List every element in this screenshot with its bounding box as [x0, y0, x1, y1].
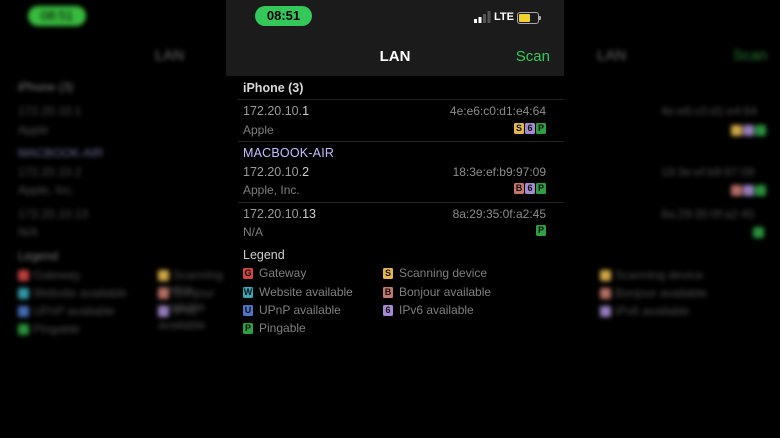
- bg-badges: [731, 123, 770, 137]
- bg-nav-title: LAN: [155, 47, 185, 64]
- pingable-badge: P: [536, 183, 546, 194]
- upnp-badge: U: [243, 304, 253, 316]
- bg-legend-item: Website available: [18, 286, 127, 300]
- bg-group-title: iPhone (3): [18, 80, 74, 94]
- group-title: MACBOOK-AIR: [243, 146, 335, 160]
- bg-legend-item: IPv6 available: [158, 304, 206, 332]
- legend-item-website: W Website available: [243, 285, 353, 299]
- bg-legend-item: IPv6 available: [600, 304, 690, 318]
- bg-group-title: MACBOOK-AIR: [18, 146, 104, 160]
- bg-vendor: N/A: [18, 225, 39, 239]
- bonjour-badge: B: [383, 286, 393, 298]
- scanning-device-badge: S: [514, 123, 524, 134]
- phone-screen: 08:51 LTE LAN Scan iPhone (3) 172.20.10.…: [226, 0, 564, 438]
- bg-nav-title: LAN: [597, 47, 627, 64]
- bg-mac: 4e:e6:c0:d1:e4:64: [661, 104, 758, 118]
- bg-mac: 18:3e:ef:b9:97:09: [661, 165, 755, 179]
- bg-ip: 172.20.10.1: [18, 104, 82, 118]
- legend-label: Website available: [259, 285, 353, 299]
- device-mac: 18:3e:ef:b9:97:09: [452, 165, 546, 179]
- device-badges: S 6 P: [514, 123, 546, 134]
- bg-vendor: Apple: [18, 123, 49, 137]
- device-mac: 8a:29:35:0f:a2:45: [452, 207, 546, 221]
- bg-legend-item: Bonjour available: [600, 286, 707, 300]
- bg-ip: 172.20.10.13: [18, 207, 89, 221]
- device-ip: 172.20.10.1: [243, 104, 310, 118]
- device-ip: 172.20.10.2: [243, 165, 310, 179]
- device-ip: 172.20.10.13: [243, 207, 316, 221]
- ipv6-badge: 6: [525, 123, 535, 134]
- website-badge: W: [243, 286, 253, 298]
- legend-label: IPv6 available: [399, 303, 474, 317]
- bg-legend-title: Legend: [18, 249, 59, 263]
- pingable-badge: P: [536, 123, 546, 134]
- bg-legend-item: Gateway: [18, 268, 80, 282]
- battery-icon: [517, 12, 541, 24]
- device-vendor: Apple: [243, 123, 274, 137]
- legend-label: Gateway: [259, 266, 307, 280]
- ipv6-badge: 6: [383, 304, 393, 316]
- blurred-background-right: LAN Scan 4e:e6:c0:d1:e4:64 18:3e:ef:b9:9…: [585, 0, 780, 438]
- pingable-badge: P: [536, 225, 546, 236]
- scanning-device-badge: S: [383, 267, 393, 279]
- group-title: iPhone (3): [243, 81, 304, 95]
- legend-item-ipv6: 6 IPv6 available: [383, 303, 474, 317]
- device-badges: B 6 P: [514, 183, 546, 194]
- bg-legend-item: UPnP available: [18, 304, 115, 318]
- divider: [238, 99, 564, 100]
- legend-label: Scanning device: [399, 266, 488, 280]
- blurred-background-left: 08:51 LAN iPhone (3) 172.20.10.1 Apple M…: [0, 0, 230, 438]
- legend-item-pingable: P Pingable: [243, 321, 306, 335]
- legend-item-bonjour: B Bonjour available: [383, 285, 491, 299]
- legend-label: Pingable: [259, 321, 306, 335]
- bg-vendor: Apple, Inc.: [18, 183, 75, 197]
- pingable-badge: P: [243, 322, 253, 334]
- network-label: LTE: [494, 11, 514, 23]
- status-and-nav-bar: 08:51 LTE LAN Scan: [226, 0, 564, 76]
- device-vendor: N/A: [243, 225, 264, 239]
- device-badges: P: [536, 225, 546, 236]
- legend-title: Legend: [243, 248, 285, 262]
- signal-icon: [474, 11, 491, 23]
- bg-scan: Scan: [733, 47, 768, 64]
- bg-badges: [731, 183, 770, 197]
- bg-mac: 8a:29:35:0f:a2:45: [661, 207, 755, 221]
- bonjour-badge: B: [514, 183, 524, 194]
- scan-button[interactable]: Scan: [516, 48, 550, 65]
- time-pill: 08:51: [255, 6, 312, 26]
- legend-label: Bonjour available: [399, 285, 492, 299]
- bg-time-pill: 08:51: [28, 6, 86, 26]
- divider: [238, 202, 564, 203]
- gateway-badge: G: [243, 267, 253, 279]
- page-title: LAN: [379, 48, 411, 65]
- bg-legend-item: Pingable: [18, 322, 80, 336]
- legend-item-scanning: S Scanning device: [383, 266, 487, 280]
- device-vendor: Apple, Inc.: [243, 183, 300, 197]
- legend-item-upnp: U UPnP available: [243, 303, 341, 317]
- bg-ip: 172.20.10.2: [18, 165, 82, 179]
- bg-legend-item: Scanning device: [600, 268, 703, 282]
- device-mac: 4e:e6:c0:d1:e4:64: [449, 104, 546, 118]
- ipv6-badge: 6: [525, 183, 535, 194]
- legend-label: UPnP available: [259, 303, 341, 317]
- divider: [238, 141, 564, 142]
- legend-item-gateway: G Gateway: [243, 266, 306, 280]
- bg-badges: [753, 225, 768, 239]
